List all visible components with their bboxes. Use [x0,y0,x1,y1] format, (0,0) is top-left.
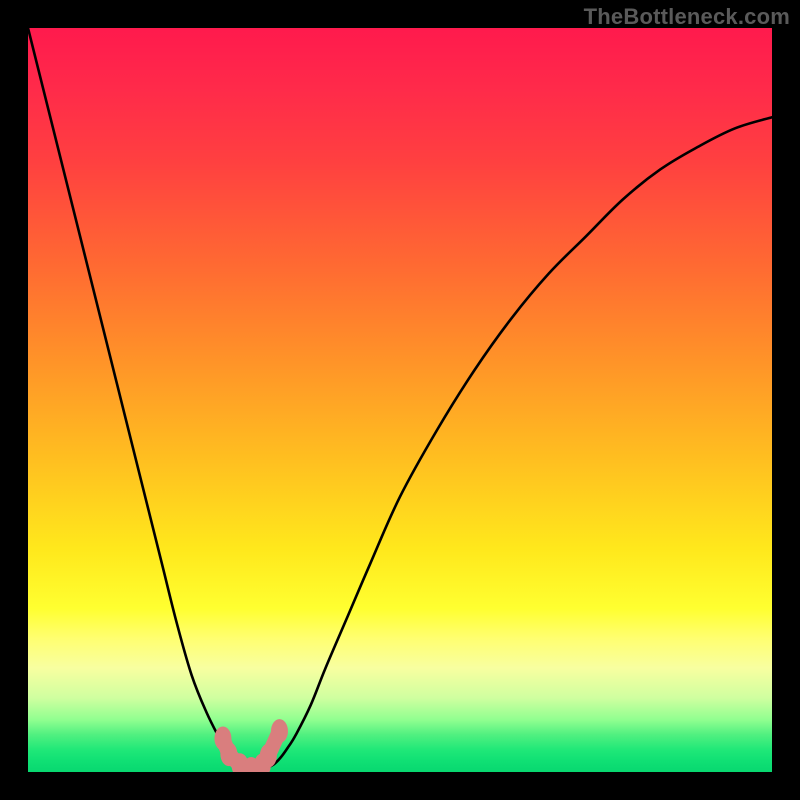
plot-area [28,28,772,772]
highlight-marker [271,719,288,743]
chart-frame: TheBottleneck.com [0,0,800,800]
highlight-markers [28,28,772,772]
highlight-marker [260,744,277,768]
source-attribution: TheBottleneck.com [584,4,790,30]
